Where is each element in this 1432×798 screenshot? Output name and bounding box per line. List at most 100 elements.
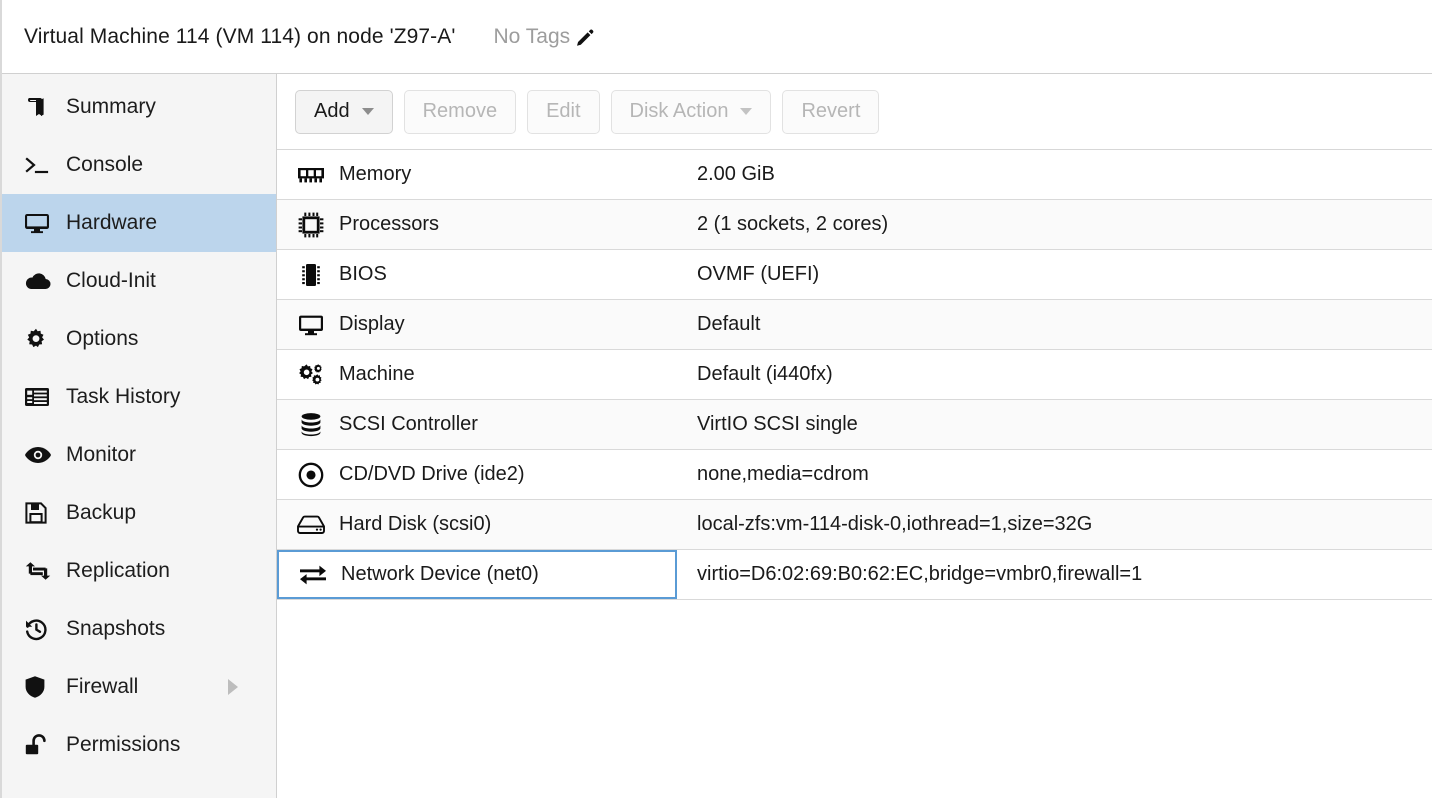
- book-icon: [24, 95, 58, 119]
- edit-button-label: Edit: [546, 100, 581, 122]
- main-panel: Add Remove Edit Disk Action Revert Memor…: [277, 74, 1432, 798]
- row-value: Default: [697, 313, 761, 335]
- table-row[interactable]: Network Device (net0) virtio=D6:02:69:B0…: [277, 550, 1432, 600]
- sidebar-item-firewall[interactable]: Firewall: [2, 658, 276, 716]
- row-key-cell[interactable]: Display: [277, 300, 677, 349]
- row-key-label: Display: [339, 313, 405, 335]
- disk-action-button-label: Disk Action: [629, 100, 729, 122]
- chevron-down-icon: [740, 108, 753, 115]
- sidebar-item-label: Summary: [66, 95, 156, 118]
- floppy-disk-icon: [24, 501, 58, 525]
- sidebar-item-permissions[interactable]: Permissions: [2, 716, 276, 774]
- gear-icon: [24, 327, 58, 351]
- page-body: Summary Console Hardware Cloud-Init Opti…: [2, 74, 1432, 798]
- hardware-toolbar: Add Remove Edit Disk Action Revert: [277, 74, 1432, 150]
- sidebar-item-task-history[interactable]: Task History: [2, 368, 276, 426]
- chevron-right-icon: [226, 678, 240, 696]
- row-value: 2.00 GiB: [697, 163, 775, 185]
- monitor-icon: [291, 313, 331, 337]
- table-row[interactable]: Machine Default (i440fx): [277, 350, 1432, 400]
- row-key-cell[interactable]: Processors: [277, 200, 677, 249]
- tags-area[interactable]: No Tags: [494, 25, 597, 49]
- table-row[interactable]: SCSI Controller VirtIO SCSI single: [277, 400, 1432, 450]
- cloud-icon: [24, 270, 58, 292]
- page-title: Virtual Machine 114 (VM 114) on node 'Z9…: [24, 24, 456, 48]
- chevron-down-icon: [361, 108, 374, 115]
- row-key-cell[interactable]: Memory: [277, 150, 677, 199]
- sidebar-item-label: Hardware: [66, 211, 158, 234]
- row-value: VirtIO SCSI single: [697, 413, 858, 435]
- row-key-label: Hard Disk (scsi0): [339, 513, 492, 535]
- row-value: OVMF (UEFI): [697, 263, 820, 285]
- monitor-icon: [24, 211, 58, 235]
- shield-icon: [24, 675, 58, 699]
- row-value: Default (i440fx): [697, 363, 833, 385]
- sidebar-item-label: Firewall: [66, 675, 139, 698]
- sidebar-item-replication[interactable]: Replication: [2, 542, 276, 600]
- sidebar-item-label: Options: [66, 327, 139, 350]
- row-key-label: BIOS: [339, 263, 387, 285]
- row-key-cell[interactable]: Hard Disk (scsi0): [277, 500, 677, 549]
- exchange-icon: [293, 564, 333, 586]
- sidebar-item-backup[interactable]: Backup: [2, 484, 276, 542]
- remove-button-label: Remove: [422, 100, 498, 122]
- list-icon: [24, 386, 58, 408]
- hdd-icon: [291, 514, 331, 536]
- sidebar-item-console[interactable]: Console: [2, 136, 276, 194]
- sidebar-item-label: Backup: [66, 501, 137, 524]
- disk-action-button[interactable]: Disk Action: [610, 89, 772, 134]
- revert-button-label: Revert: [801, 100, 861, 122]
- table-row[interactable]: Processors 2 (1 sockets, 2 cores): [277, 200, 1432, 250]
- row-key-label: Processors: [339, 213, 440, 235]
- database-icon: [291, 412, 331, 438]
- sidebar-item-label: Task History: [66, 385, 181, 408]
- table-row[interactable]: Memory 2.00 GiB: [277, 150, 1432, 200]
- terminal-icon: [24, 153, 58, 177]
- row-key-cell[interactable]: BIOS: [277, 250, 677, 299]
- add-button[interactable]: Add: [295, 89, 393, 134]
- row-value: none,media=cdrom: [697, 463, 869, 485]
- sidebar-item-cloud-init[interactable]: Cloud-Init: [2, 252, 276, 310]
- sidebar-item-summary[interactable]: Summary: [2, 78, 276, 136]
- sidebar-item-hardware[interactable]: Hardware: [2, 194, 276, 252]
- table-row[interactable]: CD/DVD Drive (ide2) none,media=cdrom: [277, 450, 1432, 500]
- sidebar-item-snapshots[interactable]: Snapshots: [2, 600, 276, 658]
- row-value: virtio=D6:02:69:B0:62:EC,bridge=vmbr0,fi…: [697, 563, 1143, 585]
- page-header: Virtual Machine 114 (VM 114) on node 'Z9…: [2, 0, 1432, 74]
- row-key-label: Machine: [339, 363, 415, 385]
- unlock-icon: [24, 733, 58, 757]
- revert-button[interactable]: Revert: [782, 89, 880, 134]
- edit-button[interactable]: Edit: [527, 89, 600, 134]
- cpu-icon: [291, 212, 331, 238]
- row-value: local-zfs:vm-114-disk-0,iothread=1,size=…: [697, 513, 1093, 535]
- memory-icon: [291, 165, 331, 185]
- row-key-cell[interactable]: Machine: [277, 350, 677, 399]
- add-button-label: Add: [314, 100, 350, 122]
- sidebar-item-label: Replication: [66, 559, 170, 582]
- chip-icon: [291, 262, 331, 288]
- table-row[interactable]: BIOS OVMF (UEFI): [277, 250, 1432, 300]
- table-row[interactable]: Hard Disk (scsi0) local-zfs:vm-114-disk-…: [277, 500, 1432, 550]
- sidebar-item-label: Console: [66, 153, 144, 176]
- cogs-icon: [291, 362, 331, 388]
- table-row[interactable]: Display Default: [277, 300, 1432, 350]
- sidebar-item-label: Monitor: [66, 443, 137, 466]
- row-key-cell[interactable]: SCSI Controller: [277, 400, 677, 449]
- pencil-icon[interactable]: [574, 26, 596, 48]
- row-key-label: CD/DVD Drive (ide2): [339, 463, 525, 485]
- retweet-icon: [24, 559, 58, 583]
- row-value: 2 (1 sockets, 2 cores): [697, 213, 889, 235]
- remove-button[interactable]: Remove: [403, 89, 517, 134]
- hardware-table: Memory 2.00 GiB Processors 2 (1 sockets,…: [277, 150, 1432, 798]
- sidebar-item-monitor[interactable]: Monitor: [2, 426, 276, 484]
- row-key-label: Network Device (net0): [341, 563, 539, 585]
- sidebar-item-label: Permissions: [66, 733, 181, 756]
- proxmox-vm-hardware-page: Virtual Machine 114 (VM 114) on node 'Z9…: [0, 0, 1432, 798]
- row-key-cell[interactable]: CD/DVD Drive (ide2): [277, 450, 677, 499]
- history-icon: [24, 617, 58, 641]
- disc-icon: [291, 461, 331, 489]
- sidebar-item-label: Cloud-Init: [66, 269, 156, 292]
- sidebar-item-options[interactable]: Options: [2, 310, 276, 368]
- sidebar-item-label: Snapshots: [66, 617, 166, 640]
- row-key-cell-selected[interactable]: Network Device (net0): [277, 550, 677, 599]
